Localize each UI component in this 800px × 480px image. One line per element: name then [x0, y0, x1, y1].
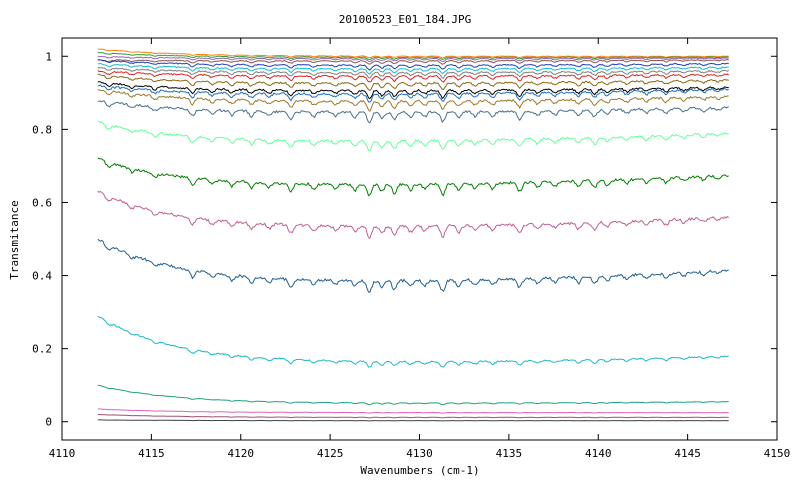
series-line	[97, 73, 729, 92]
y-tick-label: 0	[45, 416, 52, 429]
x-tick-label: 4145	[674, 447, 701, 460]
y-tick-label: 0.2	[32, 343, 52, 356]
y-tick-label: 0.8	[32, 123, 52, 136]
series-line	[97, 413, 729, 419]
y-tick-label: 1	[45, 50, 52, 63]
x-tick-label: 4120	[228, 447, 255, 460]
series-line	[97, 157, 729, 197]
x-tick-label: 4110	[49, 447, 76, 460]
series-line	[97, 408, 729, 414]
x-tick-label: 4125	[317, 447, 344, 460]
y-axis-label: Transmitance	[8, 200, 21, 279]
series-line	[97, 120, 729, 152]
series-line	[97, 315, 729, 368]
y-tick-label: 0.4	[32, 270, 52, 283]
chart: 20100523_E01_184.JPG 4110 4115 4120 4125 413…	[8, 13, 791, 477]
x-axis-label: Wavenumbers (cm-1)	[360, 464, 479, 477]
x-tick-label: 4135	[496, 447, 523, 460]
series-line	[97, 419, 729, 422]
x-tick-label: 4130	[406, 447, 433, 460]
x-tick-label: 4140	[585, 447, 612, 460]
x-tick-label: 4115	[138, 447, 165, 460]
series-group	[97, 48, 730, 422]
series-line	[97, 238, 729, 293]
series-line	[97, 190, 730, 240]
series-line	[97, 384, 729, 406]
x-tick-label: 4150	[764, 447, 791, 460]
series-line	[97, 69, 730, 83]
y-axis: 0 0.2 0.4 0.6 0.8 1	[32, 50, 777, 429]
chart-title: 20100523_E01_184.JPG	[339, 13, 471, 26]
series-line	[97, 62, 729, 75]
y-tick-label: 0.6	[32, 196, 52, 209]
series-line	[97, 48, 729, 59]
